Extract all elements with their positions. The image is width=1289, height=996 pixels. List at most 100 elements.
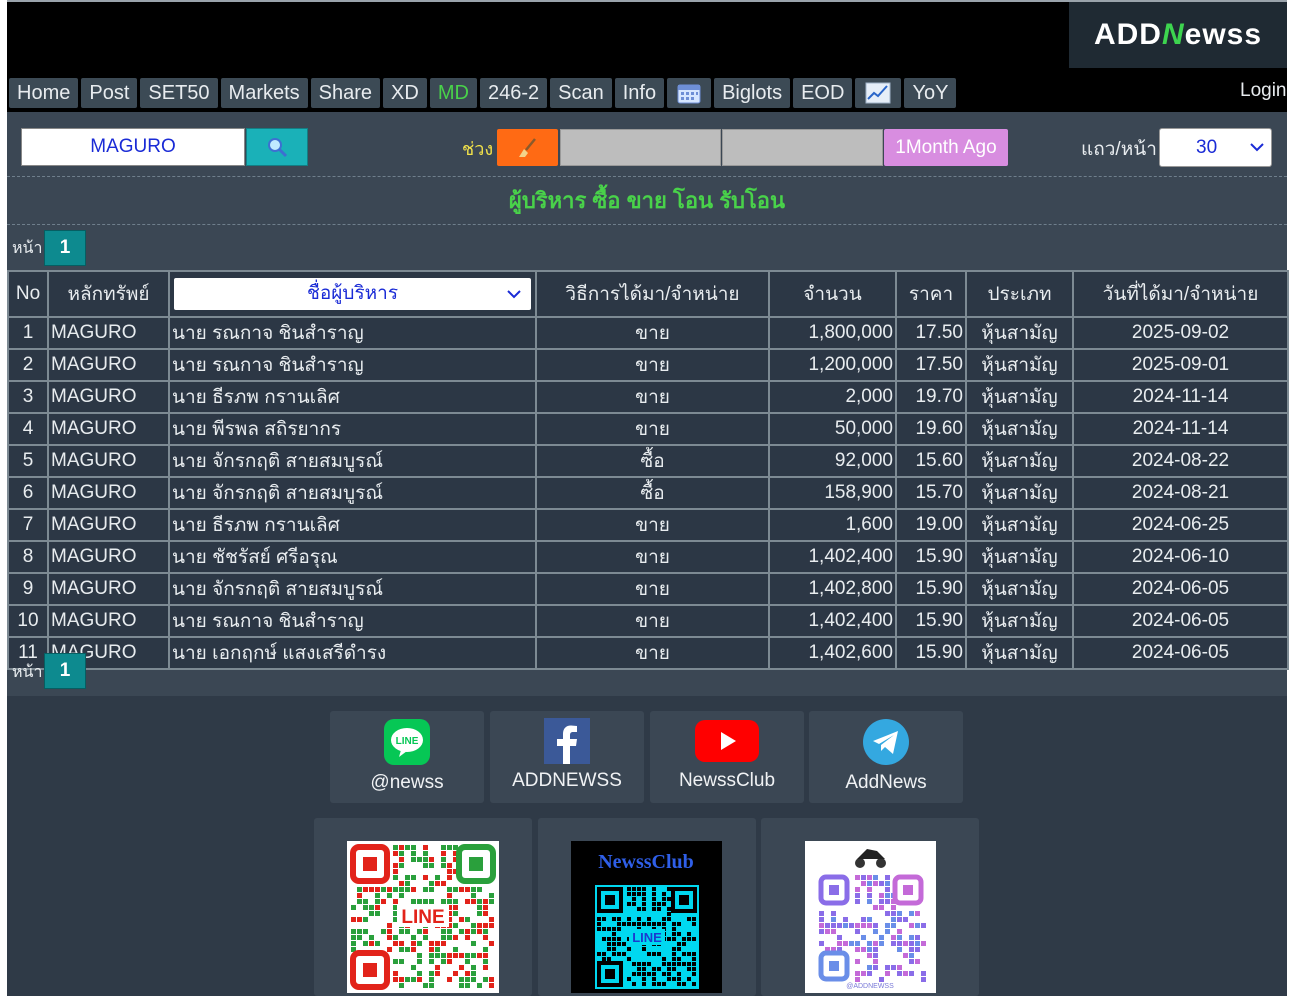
table-row[interactable]: 5 MAGURO นาย จักรกฤติ สายสมบูรณ์ ซื้อ 92,000… — [7, 444, 1289, 478]
end-date-input[interactable] — [722, 129, 883, 166]
row-executive-name: นาย จักรกฤติ สายสมบูรณ์ — [168, 572, 537, 606]
row-method: ขาย — [535, 316, 770, 350]
row-date: 2025-09-01 — [1072, 348, 1289, 382]
row-executive-name: นาย ธีรภพ กรานเลิศ — [168, 380, 537, 414]
header-date[interactable]: วันที่ได้มา/จำหน่าย — [1072, 270, 1289, 318]
tab-post[interactable]: Post — [81, 78, 138, 108]
login-link[interactable]: Login — [1240, 80, 1287, 102]
row-symbol[interactable]: MAGURO — [47, 604, 170, 638]
header-price[interactable]: ราคา — [895, 270, 967, 318]
row-symbol[interactable]: MAGURO — [47, 380, 170, 414]
table-row[interactable]: 4 MAGURO นาย พีรพล สถิรยากร ขาย 50,000 19.60 ห… — [7, 412, 1289, 446]
executive-name-select[interactable]: ชื่อผู้บริหาร — [174, 278, 531, 310]
row-method: ซื้อ — [535, 444, 770, 478]
row-amount: 1,402,400 — [768, 540, 897, 574]
row-price: 19.00 — [895, 508, 967, 542]
row-no: 3 — [7, 380, 49, 414]
tab-scan[interactable]: Scan — [550, 78, 612, 108]
row-date: 2024-06-10 — [1072, 540, 1289, 574]
addnewss-qr-code[interactable]: @ADDNEWSS — [805, 841, 936, 993]
row-date: 2024-08-21 — [1072, 476, 1289, 510]
row-executive-name: นาย รณกาจ ชินสำราญ — [168, 316, 537, 350]
row-symbol[interactable]: MAGURO — [47, 572, 170, 606]
row-symbol[interactable]: MAGURO — [47, 348, 170, 382]
row-price: 19.60 — [895, 412, 967, 446]
line-qr-code[interactable]: LINE — [347, 841, 499, 993]
table-header-row: No หลักทรัพย์ ชื่อผู้บริหาร วิธีการได้มา… — [7, 270, 1289, 318]
header-no[interactable]: No — [7, 270, 49, 318]
row-no: 1 — [7, 316, 49, 350]
row-method: ขาย — [535, 508, 770, 542]
tab-markets[interactable]: Markets — [220, 78, 308, 108]
tab-eod[interactable]: EOD — [793, 78, 853, 108]
row-method: ขาย — [535, 540, 770, 574]
tab-yoy[interactable]: YoY — [904, 78, 957, 108]
table-row[interactable]: 7 MAGURO นาย ธีรภพ กรานเลิศ ขาย 1,600 19.00 หุ… — [7, 508, 1289, 542]
row-date: 2024-11-14 — [1072, 412, 1289, 446]
social-youtube-button[interactable]: NewssClub — [650, 711, 804, 803]
tab-set50[interactable]: SET50 — [140, 78, 218, 108]
row-no: 5 — [7, 444, 49, 478]
row-method: ขาย — [535, 380, 770, 414]
tab-246-2[interactable]: 246-2 — [479, 78, 548, 108]
one-month-ago-button[interactable]: 1Month Ago — [884, 129, 1008, 166]
row-symbol[interactable]: MAGURO — [47, 540, 170, 574]
table-row[interactable]: 6 MAGURO นาย จักรกฤติ สายสมบูรณ์ ซื้อ 158,90… — [7, 476, 1289, 510]
row-symbol[interactable]: MAGURO — [47, 316, 170, 350]
header-amount[interactable]: จำนวน — [768, 270, 897, 318]
row-executive-name: นาย เอกฤกษ์ แสงเสรีดำรง — [168, 636, 537, 670]
executive-name-select-label: ชื่อผู้บริหาร — [306, 283, 399, 304]
table-row[interactable]: 11 MAGURO นาย เอกฤกษ์ แสงเสรีดำรง ขาย 1,402,… — [7, 636, 1289, 670]
svg-text:LINE: LINE — [396, 736, 419, 747]
row-price: 15.90 — [895, 636, 967, 670]
row-symbol[interactable]: MAGURO — [47, 444, 170, 478]
row-amount: 1,402,400 — [768, 604, 897, 638]
search-button[interactable] — [246, 128, 308, 166]
tab-info[interactable]: Info — [614, 78, 665, 108]
table-row[interactable]: 2 MAGURO นาย รณกาจ ชินสำราญ ขาย 1,200,000 17.… — [7, 348, 1289, 382]
page-button-top[interactable]: 1 — [44, 230, 86, 266]
symbol-search-input[interactable]: MAGURO — [21, 128, 245, 166]
table-row[interactable]: 1 MAGURO นาย รณกาจ ชินสำราญ ขาย 1,800,000 17.… — [7, 316, 1289, 350]
row-type: หุ้นสามัญ — [965, 316, 1074, 350]
tab-home[interactable]: Home — [9, 78, 79, 108]
header-type[interactable]: ประเภท — [965, 270, 1074, 318]
site-logo[interactable]: ADD Newss — [1069, 2, 1287, 68]
row-symbol[interactable]: MAGURO — [47, 476, 170, 510]
chart-icon — [865, 82, 891, 104]
page-button-bottom[interactable]: 1 — [44, 653, 86, 689]
newssclub-line-qr-code[interactable]: NewssClub LINE — [571, 841, 722, 993]
rows-per-page-value: 30 — [1196, 137, 1218, 158]
row-no: 4 — [7, 412, 49, 446]
telegram-icon — [863, 719, 909, 765]
header-method[interactable]: วิธีการได้มา/จำหน่าย — [535, 270, 770, 318]
social-facebook-button[interactable]: ADDNEWSS — [490, 711, 644, 803]
facebook-icon — [544, 718, 590, 764]
clear-dates-button[interactable] — [497, 129, 558, 166]
table-row[interactable]: 3 MAGURO นาย ธีรภพ กรานเลิศ ขาย 2,000 19.70 หุ… — [7, 380, 1289, 414]
tab-share[interactable]: Share — [310, 78, 381, 108]
tab-calendar[interactable] — [667, 78, 712, 108]
header-name[interactable]: ชื่อผู้บริหาร — [168, 270, 537, 318]
tab-biglots[interactable]: Biglots — [714, 78, 791, 108]
rows-per-page-select[interactable]: 30 — [1159, 128, 1272, 167]
header-symbol[interactable]: หลักทรัพย์ — [47, 270, 170, 318]
row-symbol[interactable]: MAGURO — [47, 412, 170, 446]
tab-xd[interactable]: XD — [383, 78, 427, 108]
social-telegram-button[interactable]: AddNews — [809, 711, 963, 803]
table-row[interactable]: 8 MAGURO นาย ชัชรัสย์ ศรีอรุณ ขาย 1,402,400 1… — [7, 540, 1289, 574]
search-icon — [268, 138, 288, 158]
row-symbol[interactable]: MAGURO — [47, 508, 170, 542]
table-row[interactable]: 9 MAGURO นาย จักรกฤติ สายสมบูรณ์ ขาย 1,402,8… — [7, 572, 1289, 606]
row-method: ซื้อ — [535, 476, 770, 510]
table-row[interactable]: 10 MAGURO นาย รณกาจ ชินสำราญ ขาย 1,402,400 15… — [7, 604, 1289, 638]
start-date-input[interactable] — [560, 129, 721, 166]
tab-md[interactable]: MD — [429, 78, 477, 108]
tab-chart[interactable] — [855, 78, 902, 108]
top-banner — [7, 2, 1069, 68]
social-line-button[interactable]: LINE @newss — [330, 711, 484, 803]
row-executive-name: นาย จักรกฤติ สายสมบูรณ์ — [168, 444, 537, 478]
social-line-label: @newss — [370, 772, 444, 793]
row-type: หุ้นสามัญ — [965, 348, 1074, 382]
row-method: ขาย — [535, 636, 770, 670]
